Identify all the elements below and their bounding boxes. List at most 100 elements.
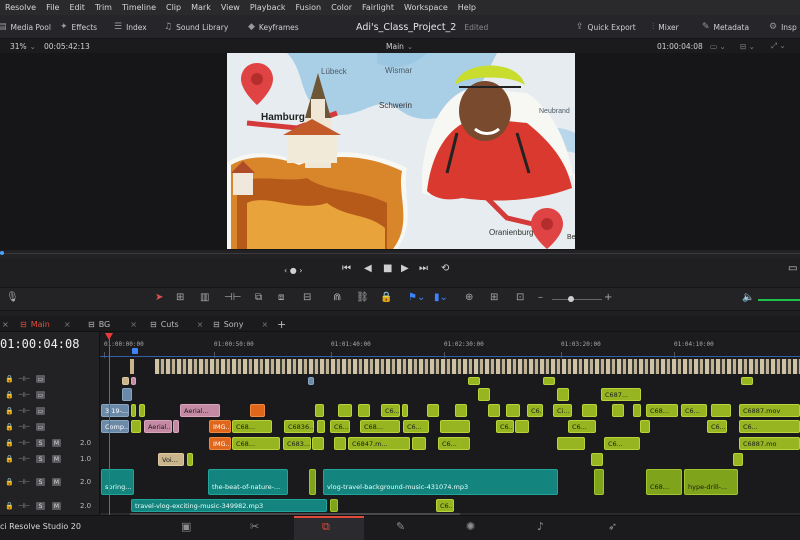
timeline-clip[interactable]: C6... — [381, 404, 400, 417]
timeline-clip[interactable]: IMG... — [209, 420, 231, 433]
timeline-clip[interactable] — [334, 437, 346, 450]
timeline-clip[interactable] — [440, 420, 470, 433]
go-to-start-icon[interactable]: ⏮ — [342, 263, 351, 274]
timeline-clip[interactable]: C6836... — [284, 420, 314, 433]
timeline-clip[interactable] — [633, 404, 641, 417]
lock-icon[interactable]: 🔒 — [5, 375, 14, 383]
timeline-clip[interactable]: C687... — [601, 388, 641, 401]
marker-icon[interactable]: ▮⌄ — [434, 292, 448, 303]
timeline-clip[interactable]: C6... — [527, 404, 543, 417]
timeline-clip[interactable]: C6... — [330, 420, 350, 433]
audio-clip[interactable] — [594, 469, 604, 495]
track-visibility-icon[interactable]: ▭ — [36, 423, 45, 431]
audio-clip[interactable]: travel-vlog-exciting-music-349982.mp3 — [131, 499, 327, 512]
menu-fusion[interactable]: Fusion — [291, 3, 327, 12]
zoom-out-icon[interactable]: – — [538, 292, 543, 303]
lock-icon[interactable]: 🔒 — [5, 455, 14, 463]
timeline-clip[interactable]: C6... — [438, 437, 470, 450]
auto-select-icon[interactable]: ⊣⊢ — [18, 407, 30, 415]
lock-icon[interactable]: 🔒 — [380, 292, 392, 303]
auto-select-icon[interactable]: ⊣⊢ — [18, 439, 30, 447]
viewer-side-icon[interactable]: ▭ — [788, 263, 797, 274]
clip-strip[interactable] — [155, 359, 800, 374]
speaker-icon[interactable]: 🔈 — [742, 292, 754, 303]
stop-icon[interactable]: ■ — [383, 263, 392, 274]
timeline-clip[interactable] — [591, 453, 603, 466]
menu-edit[interactable]: Edit — [64, 3, 90, 12]
fairlight-page-icon[interactable]: ♪ — [537, 520, 544, 533]
timeline-clip[interactable] — [250, 404, 265, 417]
timeline-clip[interactable] — [131, 420, 141, 433]
replace-clip-icon[interactable]: ⊟ — [303, 292, 311, 303]
cut-page-icon[interactable]: ✂ — [250, 520, 259, 533]
timeline-clip[interactable]: C68... — [360, 420, 400, 433]
menu-resolve[interactable]: Resolve — [0, 3, 41, 12]
tab-main[interactable]: ⊟ Main ⨯ — [20, 316, 71, 332]
quick-export-button[interactable]: ⇪ Quick Export — [576, 15, 636, 39]
clip-strip-small[interactable] — [130, 359, 134, 374]
playhead[interactable] — [109, 333, 110, 515]
solo-button[interactable]: S — [36, 439, 45, 447]
insert-clip-icon[interactable]: ⧉ — [255, 292, 262, 303]
timeline-dropdown[interactable]: Main ⌄ — [386, 39, 413, 53]
lock-icon[interactable]: 🔒 — [5, 423, 14, 431]
lock-icon[interactable]: 🔒 — [5, 439, 14, 447]
mute-button[interactable]: M — [52, 439, 61, 447]
zoom-slider-handle[interactable] — [568, 296, 574, 302]
volume-slider[interactable] — [758, 299, 800, 301]
close-icon[interactable]: ⨯ — [130, 320, 137, 329]
auto-select-icon[interactable]: ⊣⊢ — [18, 423, 30, 431]
auto-select-icon[interactable]: ⊣⊢ — [18, 478, 30, 486]
close-icon[interactable]: ⨯ — [2, 316, 9, 332]
timeline-clip[interactable] — [478, 388, 490, 401]
loop-icon[interactable]: ⟲ — [441, 263, 449, 274]
timeline-clip[interactable] — [557, 388, 569, 401]
menu-trim[interactable]: Trim — [90, 3, 117, 12]
menu-clip[interactable]: Clip — [161, 3, 186, 12]
solo-button[interactable]: S — [36, 455, 45, 463]
timeline-clip[interactable]: C683... — [283, 437, 311, 450]
timeline-clip[interactable] — [455, 404, 467, 417]
audio-clip[interactable]: spring... — [101, 469, 134, 495]
timeline-clip[interactable] — [515, 420, 529, 433]
menu-view[interactable]: View — [216, 3, 245, 12]
mute-button[interactable]: M — [52, 478, 61, 486]
microphone-icon[interactable]: 🎙 — [6, 292, 19, 303]
timeline-clip[interactable]: C68... — [232, 420, 272, 433]
zoom-full-icon[interactable]: ⊕ — [465, 292, 473, 303]
timeline-clip[interactable] — [187, 453, 193, 466]
lock-icon[interactable]: 🔒 — [5, 407, 14, 415]
deliver-page-icon[interactable]: ➶ — [608, 520, 617, 533]
tab-cuts[interactable]: ⊟ Cuts ⨯ — [150, 316, 203, 332]
close-icon[interactable]: ⨯ — [64, 320, 71, 329]
scrubber-handle[interactable] — [0, 251, 4, 255]
zoom-dropdown[interactable]: 31% ⌄ — [10, 39, 36, 53]
timeline-clip[interactable] — [139, 404, 145, 417]
media-pool-button[interactable]: ▤ Media Pool — [0, 15, 51, 39]
timeline-clip[interactable] — [315, 404, 324, 417]
timeline-clip[interactable] — [557, 437, 585, 450]
timeline-clip[interactable] — [358, 404, 370, 417]
timeline-clip[interactable] — [543, 377, 555, 385]
solo-button[interactable]: S — [36, 478, 45, 486]
timeline-clip[interactable]: C6... — [604, 437, 640, 450]
lock-icon[interactable]: 🔒 — [5, 391, 14, 399]
index-button[interactable]: ☰ Index — [114, 15, 147, 39]
timeline-clip[interactable] — [312, 437, 324, 450]
timeline-clip[interactable] — [733, 453, 743, 466]
audio-clip[interactable]: C68... — [646, 469, 682, 495]
timeline-clip[interactable]: C6887.mov — [739, 404, 800, 417]
timeline-clip[interactable] — [582, 404, 597, 417]
lock-icon[interactable]: 🔒 — [5, 478, 14, 486]
snapping-icon[interactable]: ⋒ — [333, 292, 341, 303]
timeline-clip[interactable]: C6847.m... — [348, 437, 410, 450]
timeline-clip[interactable] — [412, 437, 426, 450]
track-visibility-icon[interactable]: ▭ — [36, 391, 45, 399]
audio-clip[interactable] — [330, 499, 338, 512]
overwrite-clip-icon[interactable]: ⧈ — [278, 292, 284, 303]
zoom-detail-icon[interactable]: ⊞ — [490, 292, 498, 303]
timeline-clip[interactable] — [741, 377, 753, 385]
metadata-button[interactable]: ✎ Metadata — [702, 15, 749, 39]
zoom-slider[interactable] — [552, 299, 602, 300]
mixer-button[interactable]: ⫶ Mixer — [652, 15, 679, 39]
